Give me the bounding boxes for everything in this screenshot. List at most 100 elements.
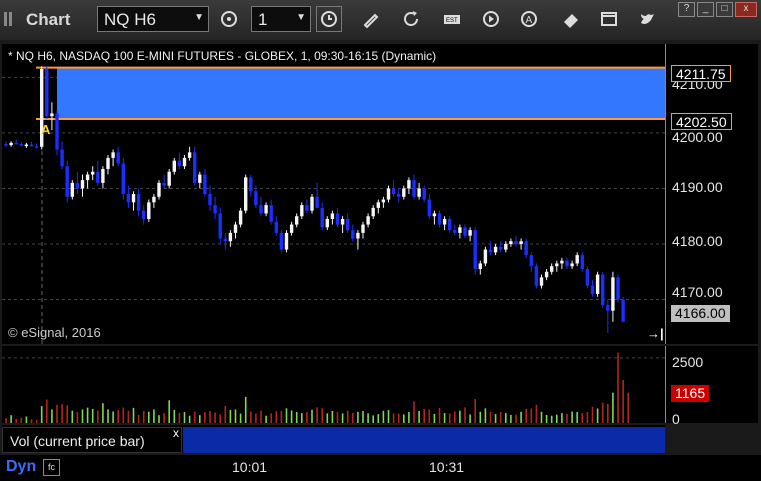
candle-body [432, 213, 437, 217]
candle-body [300, 205, 304, 217]
candle-body [228, 232, 233, 242]
candle-body [198, 174, 202, 183]
time-label: 10:31 [429, 459, 465, 475]
zone-low-tag: 4202.50 [671, 113, 732, 130]
minimize-button[interactable]: _ [697, 2, 714, 17]
candle-body [60, 149, 64, 167]
marker-a[interactable]: A [41, 122, 50, 137]
candle-body [499, 246, 503, 250]
candle-body [391, 188, 396, 194]
pencil-icon[interactable] [360, 8, 382, 30]
candle-body [259, 205, 263, 214]
price-chart[interactable] [2, 44, 665, 344]
volume-tick: 0 [672, 411, 680, 427]
maximize-button[interactable]: □ [716, 2, 733, 17]
candle-body [91, 171, 95, 175]
chevron-down-icon[interactable]: ▼ [194, 12, 204, 23]
candle-body [575, 255, 579, 264]
candle-body [565, 260, 569, 267]
scroll-to-end-icon[interactable]: →| [647, 326, 664, 341]
interval-combo[interactable]: 1 ▼ [251, 6, 311, 32]
candle-body [14, 142, 18, 145]
candle-body [493, 246, 498, 253]
volume-scale[interactable]: 2500 0 1165 [665, 346, 758, 427]
candle-body [55, 113, 59, 150]
volume-panel[interactable] [2, 346, 665, 423]
volume-legend[interactable]: Vol (current price bar) x [2, 426, 182, 453]
clock-icon[interactable] [316, 6, 342, 32]
candle-body [335, 213, 340, 225]
svg-text:A: A [526, 15, 533, 26]
candle-body [468, 230, 472, 236]
candle-body [295, 216, 299, 225]
alert-icon[interactable]: A [518, 8, 540, 30]
candle-body [85, 174, 90, 181]
help-button[interactable]: ? [678, 2, 695, 17]
candle-body [376, 202, 380, 208]
candle-body [254, 191, 258, 206]
candle-body [187, 152, 192, 158]
chevron-down-icon[interactable]: ▼ [296, 12, 306, 23]
candle-body [249, 177, 253, 192]
candle-body [616, 277, 620, 300]
refresh-icon[interactable] [400, 8, 422, 30]
price-chart-panel[interactable]: * NQ H6, NASDAQ 100 E-MINI FUTURES - GLO… [2, 44, 665, 344]
close-icon[interactable]: x [173, 426, 179, 440]
candle-body [126, 194, 131, 203]
candle-body [514, 241, 518, 244]
candle-body [478, 263, 482, 269]
twitter-icon[interactable] [636, 8, 658, 30]
candle-body [529, 255, 533, 267]
play-icon[interactable] [480, 8, 502, 30]
candle-body [570, 263, 574, 267]
price-tick: 4180.00 [672, 233, 723, 249]
candle-body [555, 263, 559, 267]
candle-body [524, 241, 528, 256]
candle-body [463, 227, 467, 236]
svg-text:EST: EST [446, 18, 458, 24]
close-button[interactable]: x [735, 2, 757, 17]
volume-legend-bar: Vol (current price bar) x [2, 425, 665, 453]
cycle-icon[interactable] [218, 8, 240, 30]
candle-body [386, 188, 391, 200]
price-scale[interactable]: 4210.00 4200.00 4190.00 4180.00 4170.00 … [665, 44, 758, 344]
app-title: Chart [26, 10, 71, 29]
candle-body [9, 142, 13, 146]
candle-body [101, 169, 105, 183]
candle-body [162, 182, 166, 186]
candle-body [167, 171, 171, 186]
time-axis[interactable]: Dyn fc 10:01 10:31 [0, 455, 761, 481]
candle-body [182, 157, 187, 167]
volume-legend-label: Vol (current price bar) [10, 433, 145, 449]
candle-body [621, 299, 625, 322]
eraser-icon[interactable] [560, 8, 582, 30]
candle-body [244, 177, 248, 211]
candle-body [519, 241, 523, 244]
candle-body [509, 241, 513, 244]
candle-body [442, 219, 447, 225]
volume-legend-strip [183, 427, 665, 453]
volume-chart[interactable] [2, 346, 665, 423]
price-tick: 4170.00 [672, 284, 723, 300]
price-tick: 4200.00 [672, 129, 723, 145]
candle-body [70, 182, 74, 197]
candle-body [305, 205, 309, 211]
candle-body [315, 196, 319, 208]
candle-body [595, 274, 600, 294]
candle-body [289, 224, 294, 233]
candle-body [45, 69, 49, 117]
candle-body [284, 232, 289, 250]
drag-grip-icon[interactable] [4, 12, 18, 26]
candle-body [585, 269, 590, 286]
easy-button-icon[interactable]: EST [441, 8, 463, 30]
candle-body [274, 221, 278, 233]
dynamic-mode-label[interactable]: Dyn [6, 458, 36, 476]
window-icon[interactable] [598, 8, 620, 30]
candle-body [106, 157, 110, 169]
candle-body [539, 277, 544, 286]
candle-body [534, 266, 539, 286]
current-volume-tag: 1165 [671, 385, 710, 402]
fc-icon[interactable]: fc [43, 459, 60, 476]
symbol-combo[interactable]: NQ H6 ▼ [97, 6, 209, 32]
copyright: © eSignal, 2016 [8, 325, 101, 340]
